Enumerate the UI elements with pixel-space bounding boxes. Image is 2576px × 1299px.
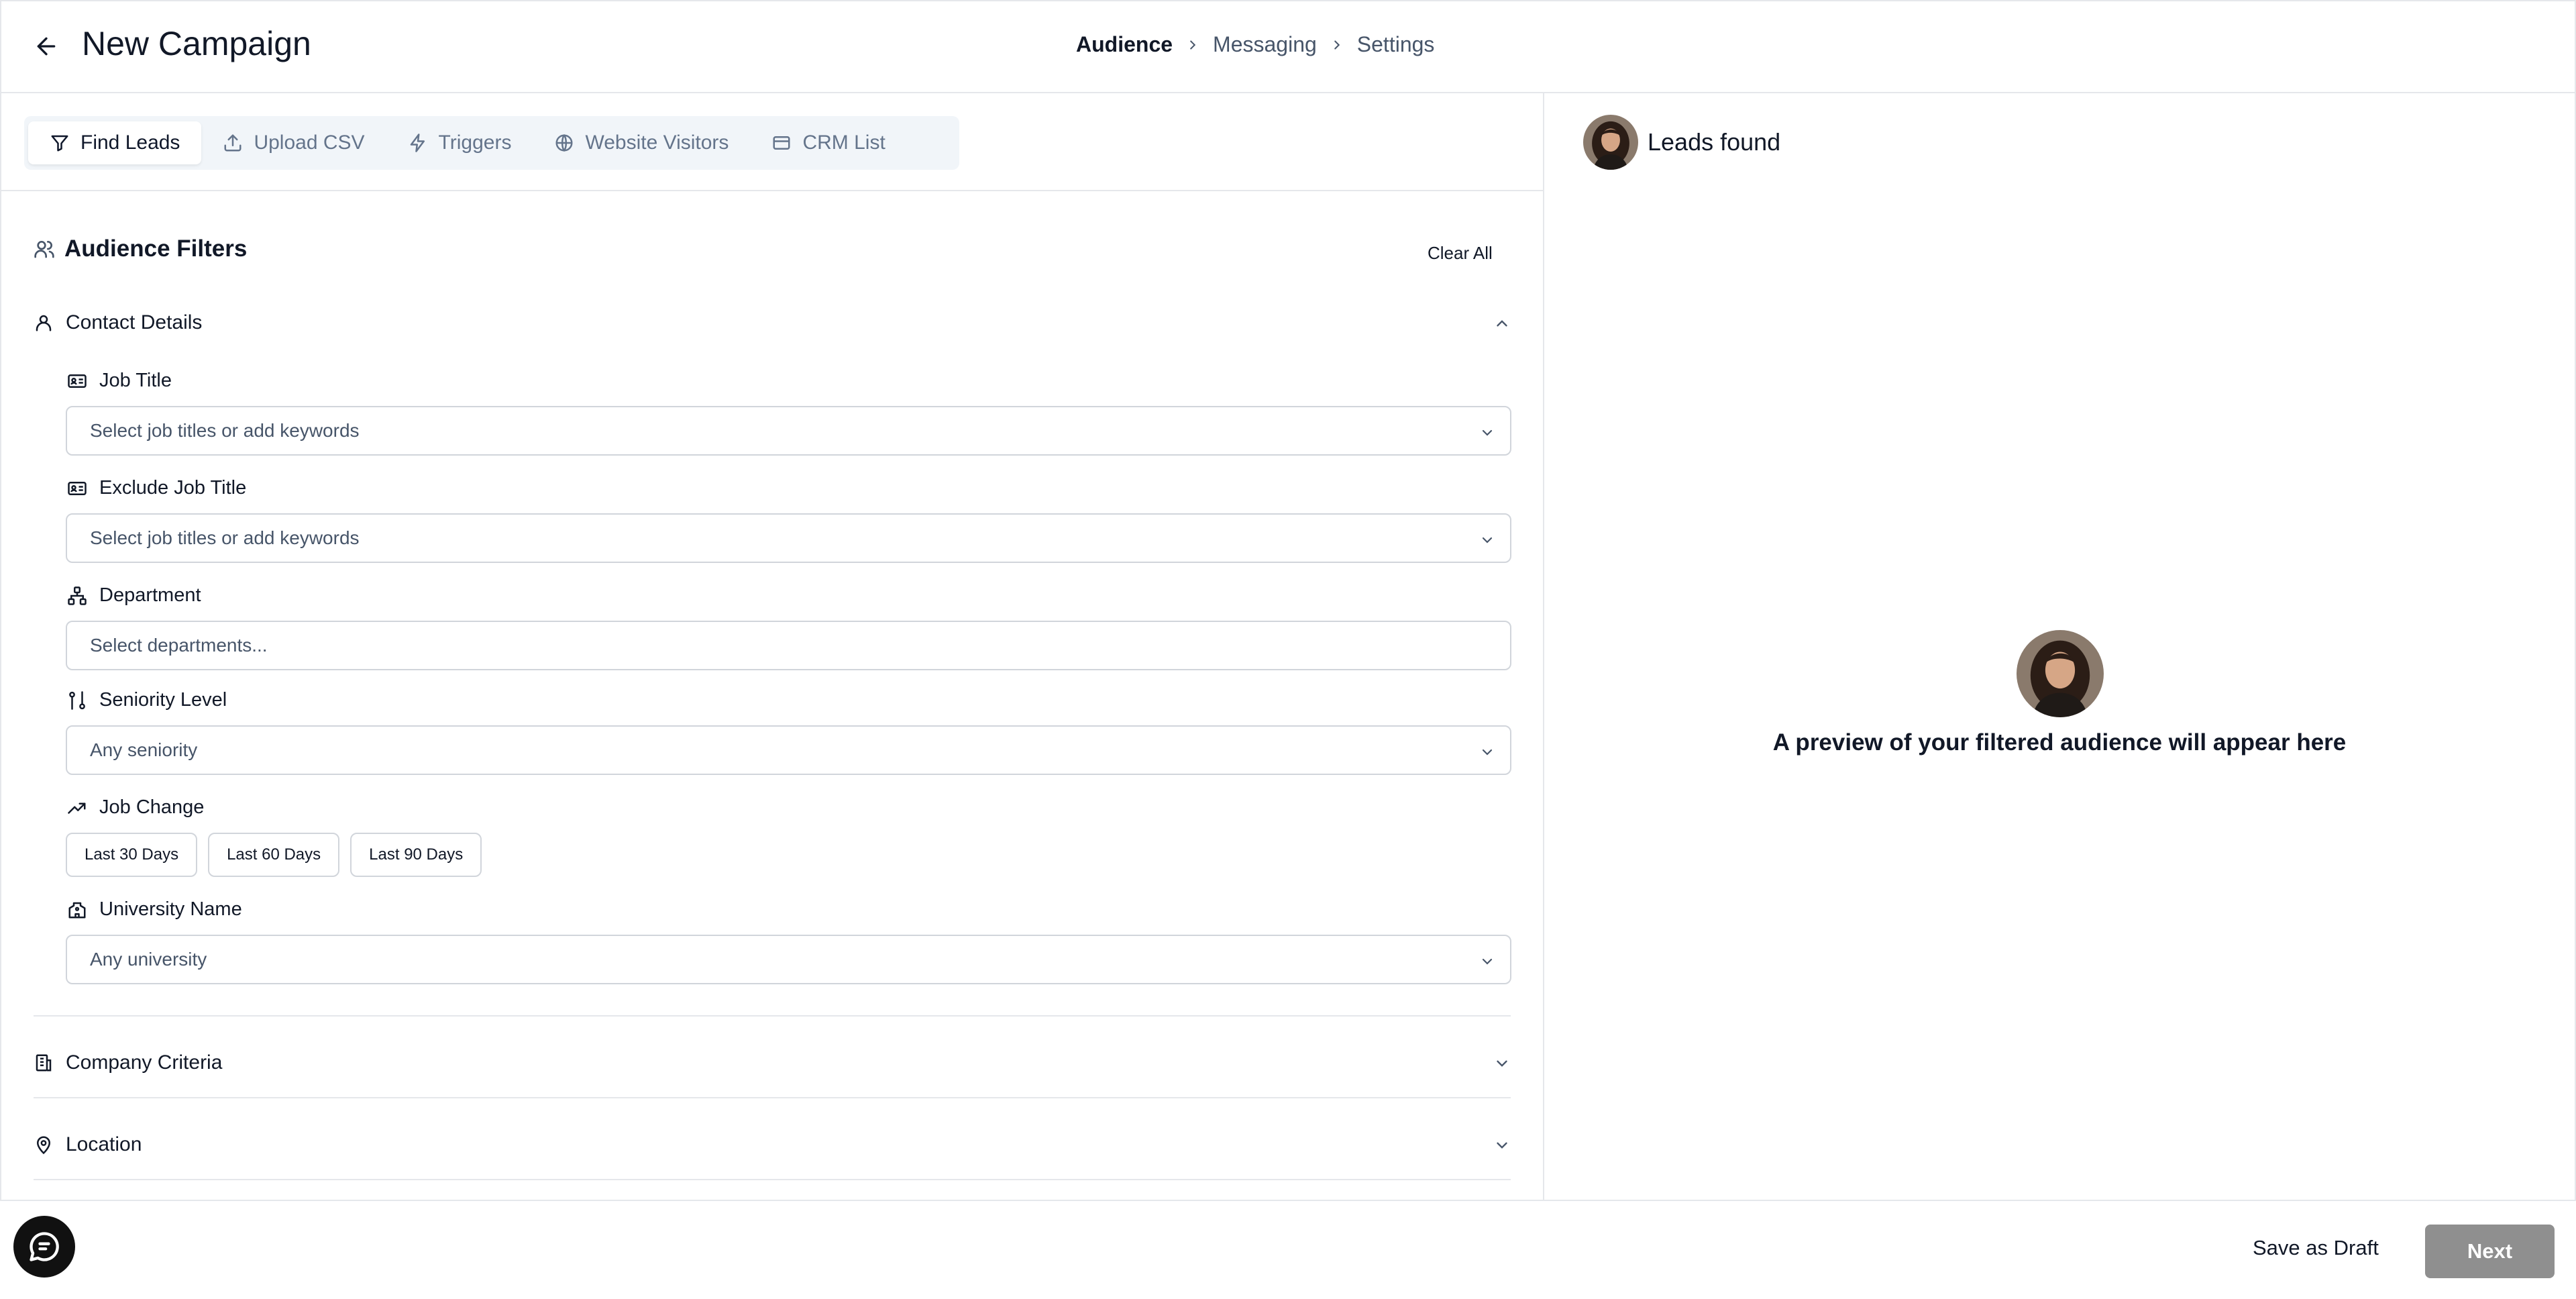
next-button[interactable]: Next [2425,1225,2555,1278]
avatar [1583,115,1638,170]
tab-find-leads[interactable]: Find Leads [28,121,202,164]
chevron-right-icon [1173,38,1213,52]
preview-empty-text: A preview of your filtered audience will… [1772,729,2347,756]
company-criteria-section-toggle[interactable]: Company Criteria [34,1043,1511,1083]
department-placeholder: Select departments... [90,635,268,656]
job-change-label: Job Change [67,796,204,819]
chevron-right-icon [1317,38,1357,52]
university-value: Any university [90,949,207,970]
tab-triggers[interactable]: Triggers [386,121,533,164]
back-button[interactable] [30,30,63,63]
section-divider [34,1015,1511,1017]
header: New Campaign Audience Messaging Settings [0,0,2576,93]
org-chart-icon [68,586,87,605]
field-label-text: University Name [99,898,242,920]
chat-button[interactable] [13,1216,75,1278]
job-change-30-days-button[interactable]: Last 30 Days [66,833,198,877]
source-tabs: Find Leads Upload CSV Triggers Website V… [24,116,959,170]
tab-label: Triggers [438,132,512,154]
leads-found-label: Leads found [1648,128,1781,156]
seniority-icon [69,690,85,710]
chevron-down-icon [1482,749,1493,756]
exclude-job-title-label: Exclude Job Title [67,477,246,499]
step-messaging[interactable]: Messaging [1213,32,1317,57]
user-icon [36,315,52,331]
job-change-options: Last 30 Days Last 60 Days Last 90 Days [66,833,492,877]
tab-label: CRM List [802,132,885,154]
job-title-label: Job Title [67,370,172,392]
page-title: New Campaign [82,25,311,62]
trending-up-icon [68,802,86,814]
university-select[interactable]: Any university [66,935,1511,984]
step-settings[interactable]: Settings [1357,32,1435,57]
tab-website-visitors[interactable]: Website Visitors [533,121,750,164]
clear-all-button[interactable]: Clear All [1428,243,1493,264]
users-icon [34,241,54,258]
avatar [2017,630,2104,717]
job-change-60-days-button[interactable]: Last 60 Days [208,833,340,877]
card-icon [773,136,790,150]
tab-label: Website Visitors [585,132,729,154]
department-input[interactable]: Select departments... [66,621,1511,670]
footer: Save as Draft Next [0,1200,2576,1299]
filters-panel: Find Leads Upload CSV Triggers Website V… [0,93,1544,1200]
contact-details-label: Contact Details [66,311,203,333]
audience-filters-header: Audience Filters [34,236,247,262]
job-change-90-days-button[interactable]: Last 90 Days [350,833,482,877]
source-tabbar: Find Leads Upload CSV Triggers Website V… [0,93,1544,191]
university-name-label: University Name [67,898,242,921]
field-label-text: Job Title [99,370,172,391]
field-label-text: Job Change [99,796,205,818]
location-section-toggle[interactable]: Location [34,1125,1511,1165]
filter-icon [51,135,68,152]
department-label: Department [67,584,201,607]
field-label-text: Exclude Job Title [99,477,247,499]
seniority-value: Any seniority [90,739,198,760]
section-divider [34,1097,1511,1098]
exclude-job-title-placeholder: Select job titles or add keywords [90,527,360,548]
save-draft-button[interactable]: Save as Draft [2253,1236,2379,1260]
exclude-job-title-select[interactable]: Select job titles or add keywords [66,513,1511,563]
chevron-down-icon [1482,537,1493,543]
seniority-select[interactable]: Any seniority [66,725,1511,775]
stepper: Audience Messaging Settings [1076,32,1434,57]
map-pin-icon [36,1136,51,1155]
field-label-text: Seniority Level [99,689,227,711]
company-criteria-label: Company Criteria [66,1051,223,1074]
chevron-down-icon [1497,1060,1507,1067]
id-card-icon [68,374,87,388]
section-divider [34,1179,1511,1180]
tab-label: Find Leads [80,132,180,154]
arrow-left-icon [37,37,56,56]
upload-icon [224,134,241,152]
chevron-down-icon [1482,958,1493,965]
field-label-text: Department [99,584,201,606]
step-audience[interactable]: Audience [1076,32,1173,57]
tab-label: Upload CSV [254,132,365,154]
lightning-icon [410,134,425,152]
job-title-placeholder: Select job titles or add keywords [90,420,360,441]
chevron-down-icon [1497,1142,1507,1149]
chevron-down-icon [1482,429,1493,436]
job-title-select[interactable]: Select job titles or add keywords [66,406,1511,456]
audience-filters-title: Audience Filters [64,236,248,262]
school-icon [68,902,86,918]
building-icon [36,1054,52,1072]
location-label: Location [66,1133,142,1155]
id-card-icon [68,481,87,495]
seniority-level-label: Seniority Level [67,689,227,711]
chat-icon [30,1232,59,1261]
tab-crm-list[interactable]: CRM List [750,121,906,164]
tab-upload-csv[interactable]: Upload CSV [201,121,386,164]
globe-icon [555,134,573,152]
chevron-up-icon [1497,320,1507,327]
preview-panel: Leads found A preview of your filtered a… [1546,93,2576,1200]
contact-details-section-toggle[interactable]: Contact Details [34,303,1511,343]
